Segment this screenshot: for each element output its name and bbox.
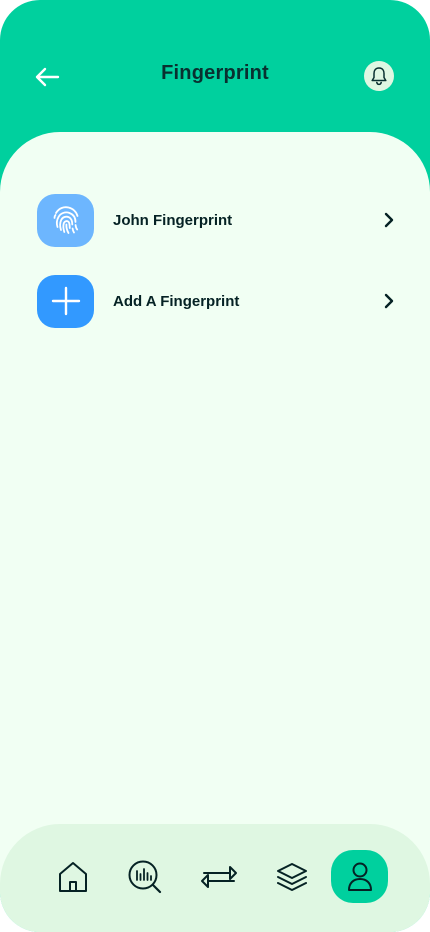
nav-profile[interactable]: [331, 850, 388, 903]
fingerprint-icon-tile: [37, 193, 94, 247]
nav-categories[interactable]: [263, 850, 320, 903]
plus-icon-tile: [37, 274, 94, 328]
fingerprint-icon: [53, 206, 78, 234]
chevron-right-icon: [379, 210, 399, 230]
add-fingerprint-item[interactable]: Add A Fingerprint: [37, 274, 399, 328]
chevron-right-icon: [379, 291, 399, 311]
bell-icon: [371, 67, 387, 86]
content-panel: John Fingerprint Add A Fingerprint: [0, 132, 430, 932]
analysis-icon: [128, 860, 161, 893]
home-icon: [58, 861, 87, 892]
plus-icon: [51, 286, 80, 316]
nav-transactions[interactable]: [190, 850, 247, 903]
transactions-icon: [200, 865, 237, 888]
item-label: John Fingerprint: [113, 211, 233, 229]
nav-analysis[interactable]: [116, 850, 173, 903]
fingerprint-item-john[interactable]: John Fingerprint: [37, 193, 399, 247]
notification-button[interactable]: [364, 61, 394, 91]
header: Fingerprint: [0, 0, 430, 140]
fingerprint-screen: Fingerprint John Fingerprint Add A Finge…: [0, 0, 430, 932]
layers-icon: [276, 862, 307, 891]
item-label: Add A Fingerprint: [113, 292, 240, 310]
bottom-nav: [0, 824, 430, 932]
profile-icon: [347, 862, 372, 891]
nav-home[interactable]: [44, 850, 101, 903]
